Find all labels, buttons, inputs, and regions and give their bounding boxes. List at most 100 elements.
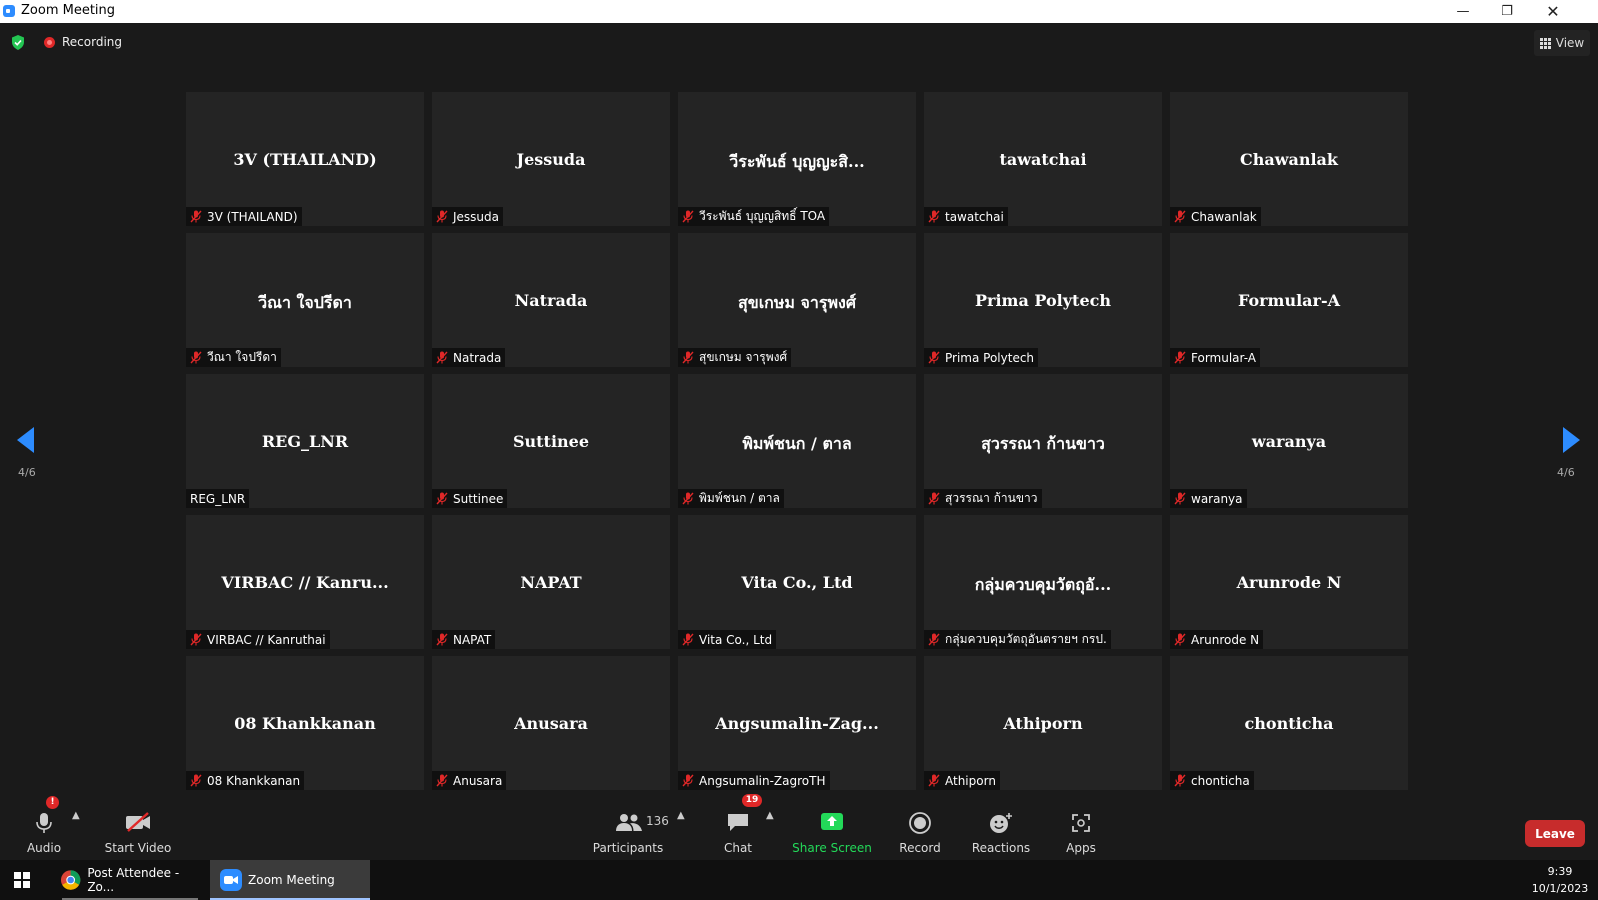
participant-display-name: วีณา ใจปรีดา bbox=[258, 293, 352, 312]
participant-name-label: Athiporn bbox=[924, 771, 1000, 790]
participant-tile[interactable]: Natrada Natrada bbox=[432, 233, 670, 367]
participant-tile[interactable]: Suttinee Suttinee bbox=[432, 374, 670, 508]
next-page-arrow-icon[interactable] bbox=[1563, 427, 1580, 453]
chat-button[interactable]: 19 Chat bbox=[712, 794, 764, 859]
muted-mic-icon bbox=[1174, 210, 1186, 223]
minimize-button[interactable]: — bbox=[1440, 0, 1486, 23]
leave-button[interactable]: Leave bbox=[1525, 820, 1585, 847]
participant-tile[interactable]: REG_LNR REG_LNR bbox=[186, 374, 424, 508]
participant-name-label: Anusara bbox=[432, 771, 507, 790]
participant-display-name: Jessuda bbox=[516, 150, 586, 169]
participant-tile[interactable]: Angsumalin-Zag... Angsumalin-ZagroTH bbox=[678, 656, 916, 790]
close-button[interactable]: ✕ bbox=[1530, 0, 1576, 23]
participant-name: tawatchai bbox=[945, 209, 1004, 224]
participant-display-name: NAPAT bbox=[520, 573, 582, 592]
title-bar: Zoom Meeting — ❐ ✕ bbox=[0, 0, 1598, 23]
system-clock[interactable]: 9:39 10/1/2023 bbox=[1530, 863, 1590, 897]
apps-button[interactable]: Apps bbox=[1054, 800, 1108, 859]
participant-name-label: Formular-A bbox=[1170, 348, 1260, 367]
previous-page-arrow-icon[interactable] bbox=[17, 427, 34, 453]
participant-tile[interactable]: Chawanlak Chawanlak bbox=[1170, 92, 1408, 226]
participant-name-label: 08 Khankkanan bbox=[186, 771, 305, 790]
participant-tile[interactable]: Anusara Anusara bbox=[432, 656, 670, 790]
participants-options-caret-icon[interactable]: ▲ bbox=[677, 810, 685, 821]
participant-name: chonticha bbox=[1191, 773, 1250, 788]
participant-tile[interactable]: NAPAT NAPAT bbox=[432, 515, 670, 649]
chat-unread-badge: 19 bbox=[742, 794, 762, 807]
share-screen-icon bbox=[821, 813, 843, 830]
participant-display-name: chonticha bbox=[1244, 714, 1334, 733]
participant-display-name: Anusara bbox=[514, 714, 588, 733]
participant-name-label: Arunrode N bbox=[1170, 630, 1264, 649]
shield-icon[interactable] bbox=[11, 35, 25, 50]
participant-tile[interactable]: Vita Co., Ltd Vita Co., Ltd bbox=[678, 515, 916, 649]
start-video-button[interactable]: Start Video bbox=[102, 800, 174, 859]
participant-name: กลุ่มควบคุมวัตถุอันตรายฯ กรป. bbox=[945, 632, 1107, 646]
participant-name-label: สุขเกษม จารุพงศ์ bbox=[678, 348, 792, 367]
windows-start-icon[interactable] bbox=[14, 872, 30, 888]
participant-tile[interactable]: Formular-A Formular-A bbox=[1170, 233, 1408, 367]
participant-tile[interactable]: พิมพ์ชนก / ตาล พิมพ์ชนก / ตาล bbox=[678, 374, 916, 508]
reactions-button[interactable]: Reactions bbox=[966, 800, 1036, 859]
muted-mic-icon bbox=[190, 633, 202, 646]
recording-label: Recording bbox=[62, 35, 123, 49]
view-button[interactable]: View bbox=[1534, 30, 1590, 56]
participant-display-name: Formular-A bbox=[1237, 291, 1341, 310]
participant-name-label: waranya bbox=[1170, 489, 1247, 508]
participant-name: NAPAT bbox=[453, 632, 492, 647]
participants-button[interactable]: 136 Participants bbox=[590, 800, 669, 859]
participant-tile[interactable]: VIRBAC // Kanru... VIRBAC // Kanruthai bbox=[186, 515, 424, 649]
participant-tile[interactable]: Jessuda Jessuda bbox=[432, 92, 670, 226]
start-video-label: Start Video bbox=[104, 841, 172, 855]
record-label: Record bbox=[899, 841, 941, 855]
audio-options-caret-icon[interactable]: ▲ bbox=[72, 810, 80, 821]
participant-tile[interactable]: วีระพันธ์ บุญญะสิ... วีระพันธ์ บุญญสิทธิ์… bbox=[678, 92, 916, 226]
participant-tile[interactable]: วีณา ใจปรีดา วีณา ใจปรีดา bbox=[186, 233, 424, 367]
participant-tile[interactable]: Prima Polytech Prima Polytech bbox=[924, 233, 1162, 367]
participant-name: สุวรรณา ก้านขาว bbox=[945, 491, 1038, 505]
participant-tile[interactable]: waranya waranya bbox=[1170, 374, 1408, 508]
taskbar-item-zoom[interactable]: Zoom Meeting bbox=[210, 860, 370, 900]
participant-tile[interactable]: tawatchai tawatchai bbox=[924, 92, 1162, 226]
chat-label: Chat bbox=[723, 841, 753, 855]
participant-tile[interactable]: 3V (THAILAND) 3V (THAILAND) bbox=[186, 92, 424, 226]
share-screen-button[interactable]: Share Screen bbox=[792, 800, 872, 859]
participant-name: สุขเกษม จารุพงศ์ bbox=[699, 350, 788, 364]
participant-tile[interactable]: สุวรรณา ก้านขาว สุวรรณา ก้านขาว bbox=[924, 374, 1162, 508]
participant-tile[interactable]: สุขเกษม จารุพงศ์ สุขเกษม จารุพงศ์ bbox=[678, 233, 916, 367]
chat-options-caret-icon[interactable]: ▲ bbox=[766, 810, 774, 821]
participant-tile[interactable]: Athiporn Athiporn bbox=[924, 656, 1162, 790]
muted-mic-icon bbox=[1174, 492, 1186, 505]
meeting-top-bar: Recording View bbox=[0, 23, 1598, 63]
participant-display-name: REG_LNR bbox=[261, 432, 349, 451]
taskbar-item-chrome[interactable]: Post Attendee - Zo... bbox=[54, 860, 206, 900]
participant-name-label: Chawanlak bbox=[1170, 207, 1261, 226]
restore-button[interactable]: ❐ bbox=[1484, 0, 1530, 23]
view-label: View bbox=[1555, 36, 1585, 50]
muted-mic-icon bbox=[928, 633, 940, 646]
participant-tile[interactable]: 08 Khankkanan 08 Khankkanan bbox=[186, 656, 424, 790]
zoom-icon bbox=[220, 869, 242, 891]
participant-tile[interactable]: Arunrode N Arunrode N bbox=[1170, 515, 1408, 649]
participant-display-name: Prima Polytech bbox=[975, 291, 1111, 310]
muted-mic-icon bbox=[1174, 633, 1186, 646]
participant-name: Formular-A bbox=[1191, 350, 1256, 365]
participant-tile[interactable]: chonticha chonticha bbox=[1170, 656, 1408, 790]
chat-icon bbox=[728, 814, 748, 831]
apps-icon bbox=[1072, 814, 1090, 832]
participant-name: VIRBAC // Kanruthai bbox=[207, 632, 326, 647]
muted-mic-icon bbox=[928, 210, 940, 223]
participant-name-label: tawatchai bbox=[924, 207, 1008, 226]
participant-name: Anusara bbox=[453, 773, 503, 788]
audio-label: Audio bbox=[26, 841, 62, 855]
audio-button[interactable]: ! Audio bbox=[18, 796, 70, 859]
clock-time: 9:39 bbox=[1547, 865, 1573, 878]
participant-name: Vita Co., Ltd bbox=[699, 632, 773, 647]
apps-label: Apps bbox=[1066, 841, 1096, 855]
record-button[interactable]: Record bbox=[892, 800, 948, 859]
participants-label: Participants bbox=[592, 841, 664, 855]
participant-name-label: พิมพ์ชนก / ตาล bbox=[678, 489, 784, 508]
participant-name-label: Suttinee bbox=[432, 489, 508, 508]
participant-tile[interactable]: กลุ่มควบคุมวัตถุอั... กลุ่มควบคุมวัตถุอัน… bbox=[924, 515, 1162, 649]
participant-name-label: กลุ่มควบคุมวัตถุอันตรายฯ กรป. bbox=[924, 630, 1111, 649]
